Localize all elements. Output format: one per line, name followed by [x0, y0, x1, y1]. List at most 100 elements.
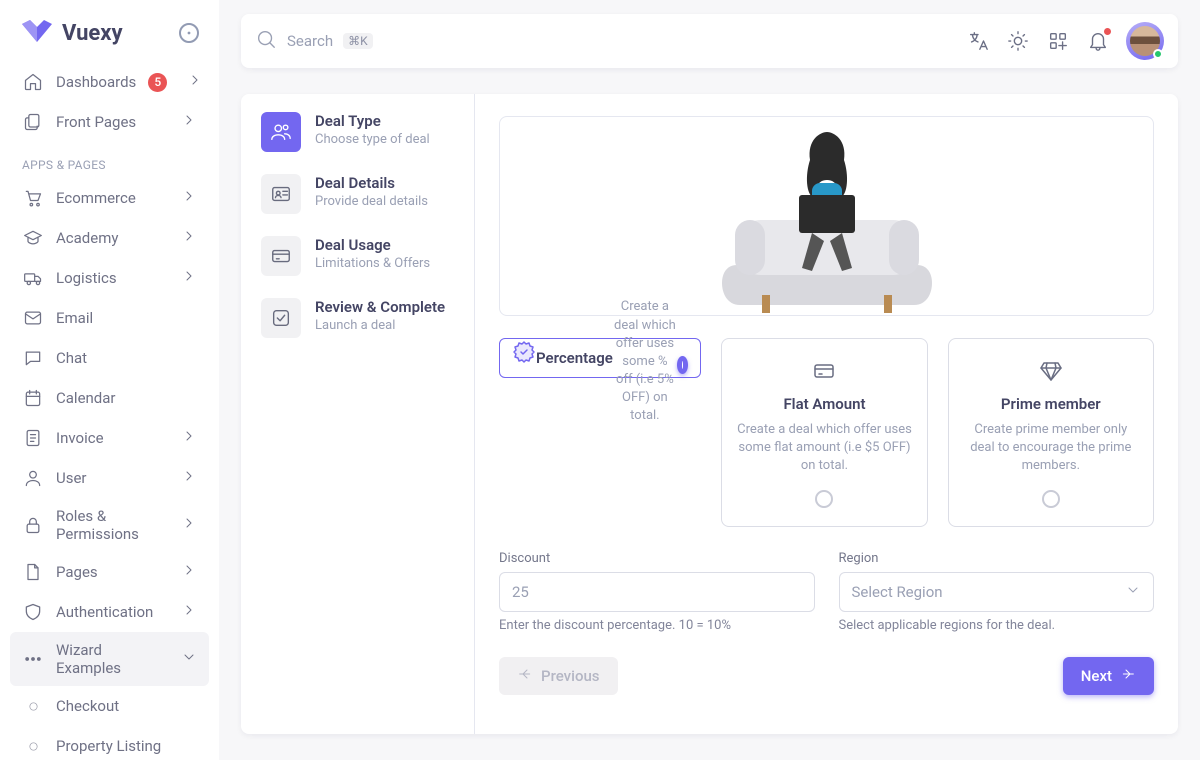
nav-label: Chat: [56, 349, 87, 367]
search-trigger[interactable]: Search ⌘K: [255, 28, 966, 54]
circle-icon: [22, 695, 44, 717]
step-deal-type[interactable]: Deal Type Choose type of deal: [261, 112, 454, 152]
arrow-left-icon: [517, 666, 533, 686]
nav-label: Property Listing: [56, 737, 161, 755]
nav-academy[interactable]: Academy: [10, 218, 209, 258]
chevron-right-icon: [181, 515, 197, 535]
id-icon: [261, 174, 301, 214]
nav-property[interactable]: Property Listing: [10, 726, 209, 760]
nav-label: Invoice: [56, 429, 104, 447]
option-flat[interactable]: Flat Amount Create a deal which offer us…: [721, 338, 927, 527]
graduation-icon: [22, 227, 44, 249]
nav-label: Front Pages: [56, 113, 136, 131]
option-title: Percentage: [536, 349, 613, 367]
truck-icon: [22, 267, 44, 289]
option-title: Prime member: [963, 395, 1139, 413]
nav-label: User: [56, 469, 87, 487]
next-button[interactable]: Next: [1063, 657, 1154, 695]
collapse-sidebar-icon[interactable]: [179, 23, 199, 43]
nav-auth[interactable]: Authentication: [10, 592, 209, 632]
logo-icon: [22, 20, 52, 46]
step-subtitle: Choose type of deal: [315, 132, 430, 147]
region-hint: Select applicable regions for the deal.: [839, 618, 1155, 633]
region-label: Region: [839, 551, 1155, 566]
hero-illustration: [499, 116, 1154, 316]
avatar[interactable]: [1126, 22, 1164, 60]
chevron-down-icon: [181, 649, 197, 669]
nav-dashboards[interactable]: Dashboards 5: [10, 62, 209, 102]
sidebar: Vuexy Dashboards 5 Front Pages APPS & PA…: [0, 0, 219, 760]
chevron-right-icon: [181, 112, 197, 132]
step-deal-details[interactable]: Deal Details Provide deal details: [261, 174, 454, 214]
file-icon: [22, 561, 44, 583]
chevron-right-icon: [181, 188, 197, 208]
percentage-badge-icon: [512, 340, 536, 364]
option-desc: Create a deal which offer uses some flat…: [736, 421, 912, 476]
step-title: Deal Usage: [315, 236, 430, 254]
nav-roles[interactable]: Roles & Permissions: [10, 498, 209, 552]
chat-icon: [22, 347, 44, 369]
nav-wizard[interactable]: Wizard Examples: [10, 632, 209, 686]
step-subtitle: Provide deal details: [315, 194, 428, 209]
discount-input[interactable]: 25: [499, 572, 815, 612]
chevron-right-icon: [187, 72, 203, 92]
nav-label: Authentication: [56, 603, 153, 621]
radio[interactable]: [1042, 490, 1060, 508]
nav-ecommerce[interactable]: Ecommerce: [10, 178, 209, 218]
notifications-icon[interactable]: [1086, 29, 1110, 53]
nav-logistics[interactable]: Logistics: [10, 258, 209, 298]
step-title: Deal Type: [315, 112, 430, 130]
chevron-right-icon: [181, 468, 197, 488]
chevron-down-icon: [1125, 582, 1141, 602]
radio[interactable]: [815, 490, 833, 508]
dots-icon: [22, 648, 44, 670]
nav-label: Checkout: [56, 697, 119, 715]
nav-calendar[interactable]: Calendar: [10, 378, 209, 418]
card-icon: [736, 359, 912, 383]
circle-icon: [22, 735, 44, 757]
shield-icon: [22, 601, 44, 623]
nav-email[interactable]: Email: [10, 298, 209, 338]
nav-front-pages[interactable]: Front Pages: [10, 102, 209, 142]
topbar: Search ⌘K: [241, 14, 1178, 68]
nav-label: Logistics: [56, 269, 117, 287]
lock-icon: [22, 514, 44, 536]
step-title: Deal Details: [315, 174, 428, 192]
nav-label: Roles & Permissions: [56, 507, 169, 543]
card-icon: [261, 236, 301, 276]
chevron-right-icon: [181, 268, 197, 288]
search-icon: [255, 28, 277, 54]
apps-icon[interactable]: [1046, 29, 1070, 53]
nav-label: Email: [56, 309, 93, 327]
option-title: Flat Amount: [736, 395, 912, 413]
nav-label: Calendar: [56, 389, 116, 407]
option-percentage[interactable]: Percentage Create a deal which offer use…: [499, 338, 701, 378]
nav-invoice[interactable]: Invoice: [10, 418, 209, 458]
option-desc: Create prime member only deal to encoura…: [963, 421, 1139, 476]
nav-pages[interactable]: Pages: [10, 552, 209, 592]
previous-button[interactable]: Previous: [499, 657, 618, 695]
language-icon[interactable]: [966, 29, 990, 53]
region-select[interactable]: Select Region: [839, 572, 1155, 612]
nav-chat[interactable]: Chat: [10, 338, 209, 378]
radio-selected[interactable]: [677, 356, 688, 374]
calendar-icon: [22, 387, 44, 409]
nav-label: Wizard Examples: [56, 641, 169, 677]
nav-label: Academy: [56, 229, 118, 247]
step-title: Review & Complete: [315, 298, 445, 316]
step-subtitle: Limitations & Offers: [315, 256, 430, 271]
option-prime[interactable]: Prime member Create prime member only de…: [948, 338, 1154, 527]
arrow-right-icon: [1120, 666, 1136, 686]
nav-user[interactable]: User: [10, 458, 209, 498]
step-review[interactable]: Review & CompleteLaunch a deal: [261, 298, 454, 338]
nav-label: Dashboards: [56, 73, 136, 91]
nav-checkout[interactable]: Checkout: [10, 686, 209, 726]
discount-hint: Enter the discount percentage. 10 = 10%: [499, 618, 815, 633]
nav-label: Pages: [56, 563, 98, 581]
chevron-right-icon: [181, 428, 197, 448]
chevron-right-icon: [181, 602, 197, 622]
step-deal-usage[interactable]: Deal Usage Limitations & Offers: [261, 236, 454, 276]
theme-icon[interactable]: [1006, 29, 1030, 53]
diamond-icon: [963, 359, 1139, 383]
brand-name: Vuexy: [62, 21, 123, 46]
